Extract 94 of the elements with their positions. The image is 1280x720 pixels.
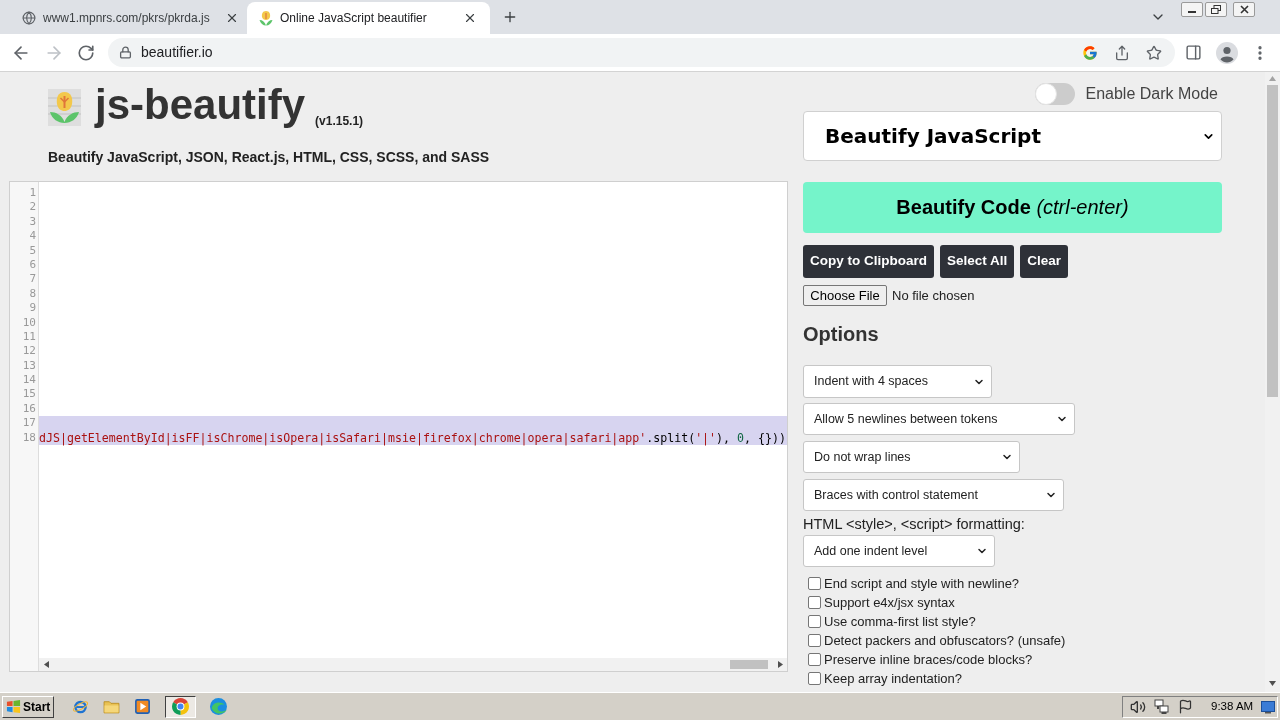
option-select[interactable]: Add one indent level xyxy=(803,535,995,567)
option-select[interactable]: Braces with control statement xyxy=(803,479,1064,511)
line-number: 11 xyxy=(22,329,36,345)
e-logo-icon xyxy=(72,698,89,715)
line-number: 16 xyxy=(22,401,36,417)
action-button[interactable]: Copy to Clipboard xyxy=(803,245,934,278)
choose-file-button[interactable]: Choose File xyxy=(803,285,887,306)
minimize-button[interactable] xyxy=(1181,2,1203,17)
flower-favicon-icon xyxy=(259,10,273,26)
flower-logo-icon xyxy=(48,89,81,126)
line-number: 3 xyxy=(29,214,36,230)
line-number: 10 xyxy=(22,315,36,330)
globe-icon xyxy=(22,11,36,25)
browser-logo-icon xyxy=(172,698,189,715)
checkbox-label: Keep array indentation? xyxy=(824,669,963,688)
windows-flag-icon xyxy=(6,699,21,714)
start-button[interactable]: Start xyxy=(2,695,54,718)
line-number: 5 xyxy=(29,243,36,258)
line-number: 18 xyxy=(22,430,36,446)
browser-tab[interactable]: Online JavaScript beautifier xyxy=(247,2,490,34)
taskbar-button[interactable] xyxy=(165,695,196,718)
address-bar[interactable]: beautifier.io xyxy=(108,38,1175,67)
scrollbar-thumb[interactable] xyxy=(730,660,768,669)
action-button[interactable]: Select All xyxy=(940,245,1015,278)
scroll-right-icon[interactable] xyxy=(778,661,783,668)
line-number: 7 xyxy=(29,272,36,287)
line-number: 9 xyxy=(29,301,36,316)
line-number: 13 xyxy=(22,358,36,374)
close-icon[interactable] xyxy=(463,11,477,25)
option-select[interactable]: Do not wrap lines xyxy=(803,441,1020,473)
tab-title: Online JavaScript beautifier xyxy=(280,10,428,27)
folder-icon xyxy=(103,698,120,715)
checkbox[interactable] xyxy=(808,672,821,685)
line-number: 6 xyxy=(29,257,36,273)
dark-mode-toggle[interactable] xyxy=(1035,83,1076,105)
line-number: 8 xyxy=(29,286,36,302)
browser-tab[interactable]: www1.mpnrs.com/pkrs/pkrda.js xyxy=(0,2,247,34)
line-number: 12 xyxy=(22,344,36,359)
reload-icon[interactable] xyxy=(77,43,95,62)
line-number: 2 xyxy=(29,200,36,215)
speaker-icon[interactable] xyxy=(1130,698,1146,715)
checkbox-label: Use comma-first list style? xyxy=(824,612,976,631)
share-icon[interactable] xyxy=(1114,44,1130,61)
line-number: 4 xyxy=(29,229,36,244)
close-window-button[interactable] xyxy=(1233,2,1255,17)
line-number: 17 xyxy=(22,416,36,431)
profile-avatar-icon[interactable] xyxy=(1216,41,1238,64)
checkbox[interactable] xyxy=(808,596,821,609)
media-player-icon xyxy=(134,698,151,715)
checkbox-label: End script and style with newline? xyxy=(824,574,1020,593)
html-formatting-label: HTML <style>, <script> formatting: xyxy=(803,516,1025,533)
line-number: 14 xyxy=(22,373,36,388)
lock-icon xyxy=(119,46,132,59)
clock: 9:38 AM xyxy=(1211,698,1254,714)
code-editor[interactable]: 1 2 3 4 5 6 7 8 9 10 11 12 13 14 15 16 17 18 dJS|getElementById|isFF|isChrome|isOpera|isSafari|msie|firefox|chrome|opera|safari|app'.split('|'), 0, {})) xyxy=(9,181,788,672)
wave-logo-icon xyxy=(210,698,227,715)
network-icon[interactable] xyxy=(1154,698,1170,715)
site-title: js-beautify xyxy=(95,84,306,126)
google-icon[interactable] xyxy=(1082,44,1098,61)
close-icon xyxy=(1239,5,1249,14)
language-select[interactable]: Beautify JavaScript xyxy=(803,111,1222,161)
checkbox[interactable] xyxy=(808,653,821,666)
action-button[interactable]: Clear xyxy=(1020,245,1069,278)
version-label: (v1.15.1) xyxy=(315,114,364,128)
checkbox-label: Detect packers and obfuscators? (unsafe) xyxy=(824,631,1066,650)
checkbox[interactable] xyxy=(808,634,821,647)
options-heading: Options xyxy=(803,323,879,345)
file-status: No file chosen xyxy=(892,286,975,305)
site-subtitle: Beautify JavaScript, JSON, React.js, HTML, CSS, SCSS, and SASS xyxy=(48,149,490,165)
line-number: 1 xyxy=(29,186,36,201)
scroll-down-icon[interactable] xyxy=(1269,681,1276,686)
checkbox[interactable] xyxy=(808,615,821,628)
star-icon[interactable] xyxy=(1146,44,1162,61)
checkbox-label: Support e4x/jsx syntax xyxy=(824,593,955,612)
beautify-code-button[interactable]: Beautify Code (ctrl-enter) xyxy=(803,182,1222,233)
checkbox-label: Preserve inline braces/code blocks? xyxy=(824,650,1033,669)
new-tab-icon[interactable] xyxy=(502,9,518,25)
taskbar-button[interactable] xyxy=(134,698,151,715)
side-panel-icon[interactable] xyxy=(1185,44,1202,61)
checkbox[interactable] xyxy=(808,577,821,590)
option-select[interactable]: Allow 5 newlines between tokens xyxy=(803,403,1075,435)
horizontal-scrollbar[interactable] xyxy=(39,658,787,671)
dark-mode-label: Enable Dark Mode xyxy=(1085,84,1218,104)
scroll-left-icon[interactable] xyxy=(44,661,49,668)
flag-icon[interactable] xyxy=(1178,699,1193,714)
show-desktop-icon[interactable] xyxy=(1261,699,1275,714)
close-icon[interactable] xyxy=(225,11,239,25)
restore-button[interactable] xyxy=(1205,2,1227,17)
scrollbar-thumb[interactable] xyxy=(1267,85,1278,397)
line-number: 15 xyxy=(22,387,36,402)
tab-title: www1.mpnrs.com/pkrs/pkrda.js xyxy=(43,10,211,27)
restore-icon xyxy=(1211,5,1221,14)
option-select[interactable]: Indent with 4 spaces xyxy=(803,365,992,398)
url-text: beautifier.io xyxy=(141,43,213,62)
